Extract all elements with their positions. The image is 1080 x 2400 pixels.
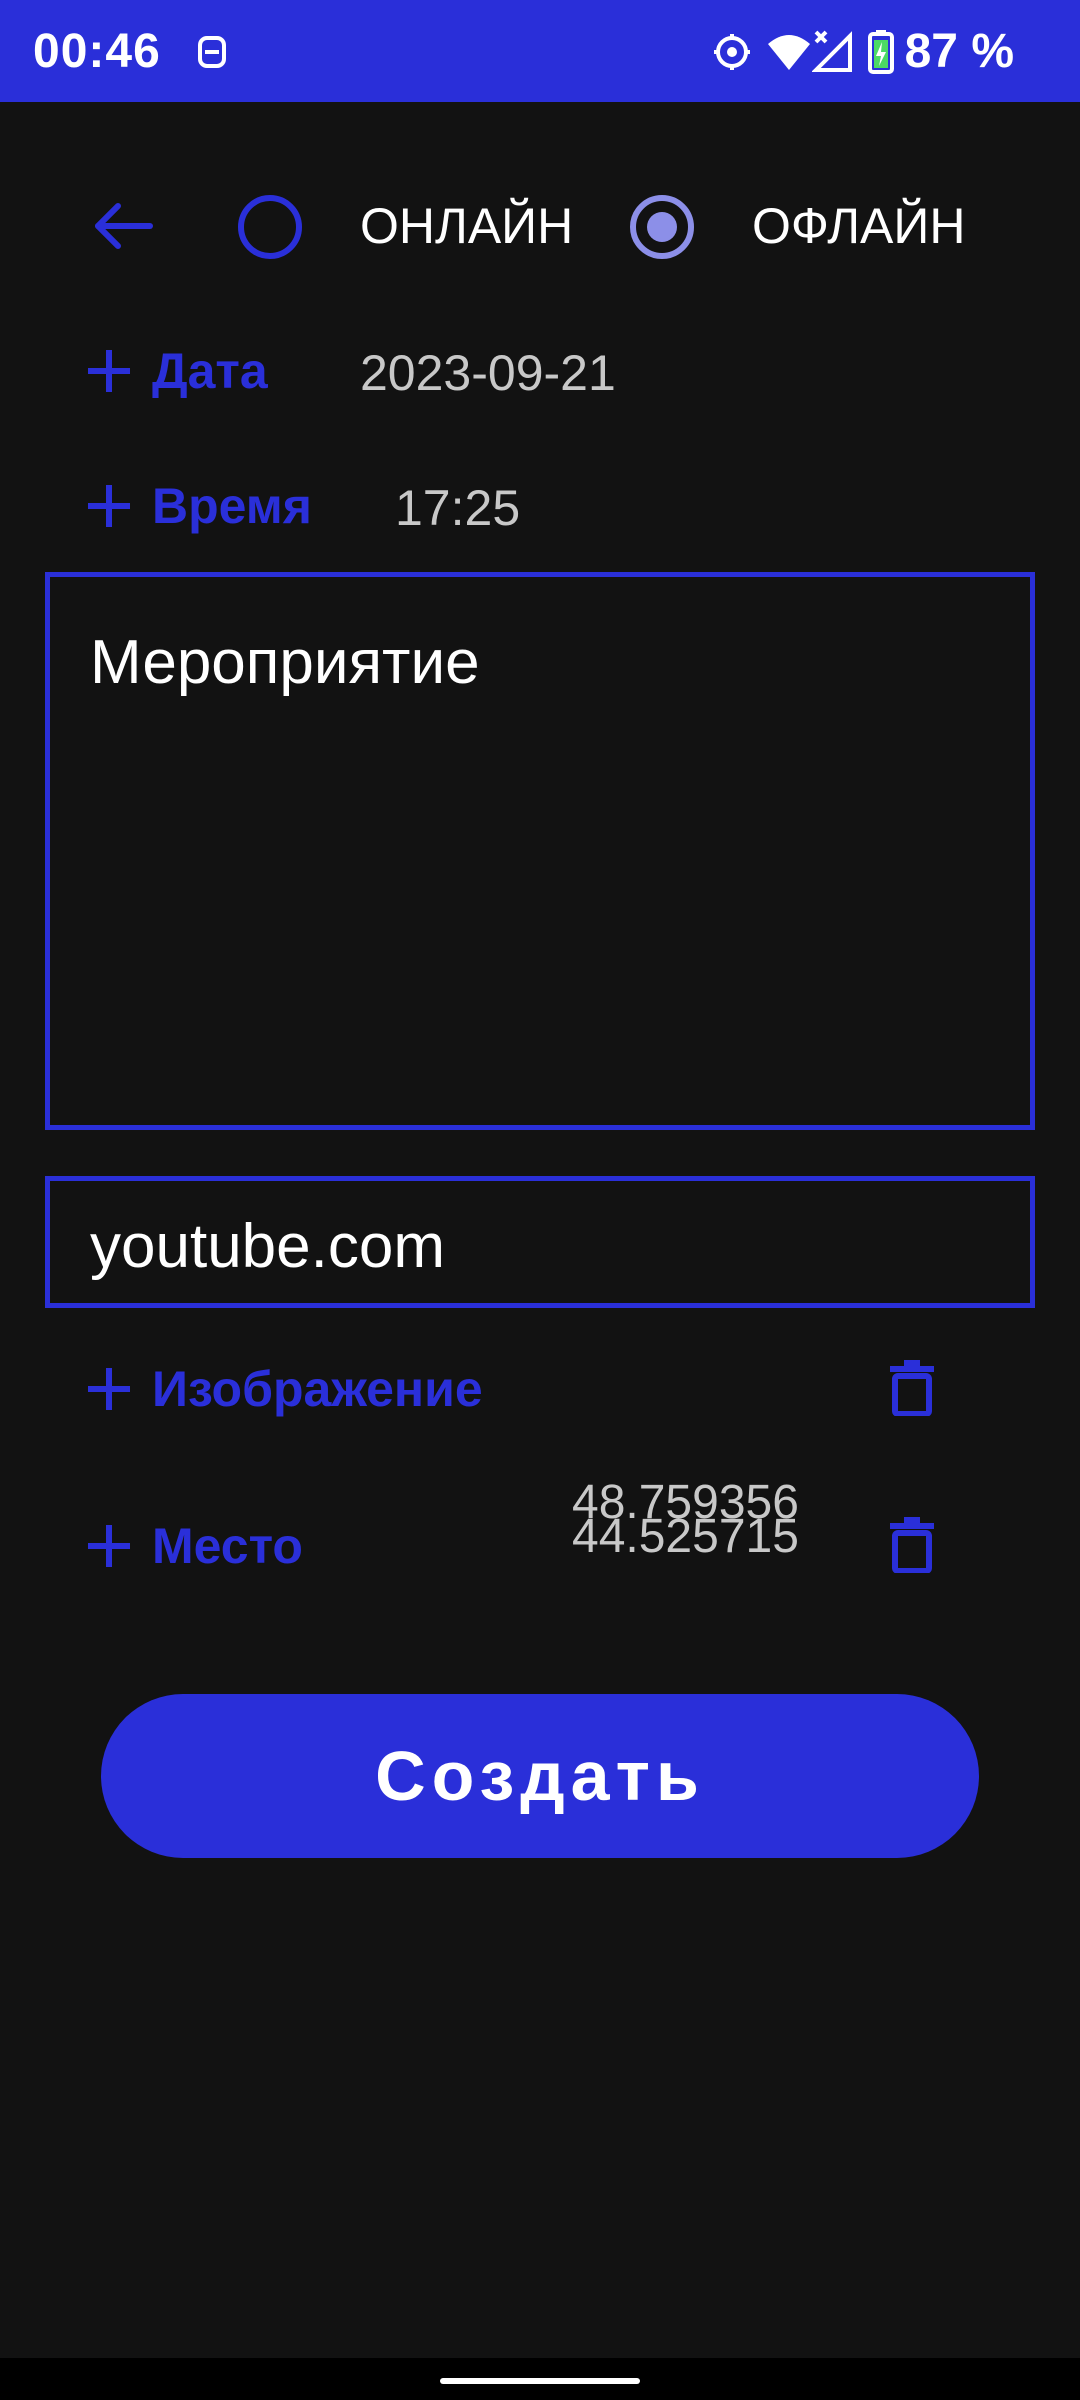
event-title-input[interactable]: Мероприятие bbox=[45, 572, 1035, 1130]
plus-icon bbox=[88, 485, 130, 527]
offline-radio-label[interactable]: ОФЛАЙН bbox=[752, 197, 965, 255]
place-coordinates: 48.759356 44.525715 bbox=[572, 1479, 799, 1563]
event-title-text: Мероприятие bbox=[90, 628, 480, 697]
offline-radio-button[interactable] bbox=[630, 195, 694, 259]
back-arrow-icon[interactable] bbox=[88, 190, 160, 262]
plus-icon bbox=[88, 350, 130, 392]
event-link-input[interactable]: youtube.com bbox=[45, 1176, 1035, 1308]
status-time: 00:46 bbox=[33, 25, 161, 78]
home-gesture-handle[interactable] bbox=[440, 2378, 640, 2384]
place-longitude: 44.525715 bbox=[572, 1510, 799, 1563]
create-button-label: Создать bbox=[375, 1737, 705, 1815]
location-icon bbox=[714, 34, 750, 70]
online-radio-button[interactable] bbox=[238, 195, 302, 259]
add-place-label: Место bbox=[152, 1518, 303, 1574]
online-radio-label[interactable]: ОНЛАЙН bbox=[360, 197, 573, 255]
cellular-no-signal-icon bbox=[812, 30, 852, 72]
date-value: 2023-09-21 bbox=[360, 345, 616, 401]
add-place-button[interactable]: Место bbox=[88, 1511, 303, 1581]
wifi-icon bbox=[768, 35, 810, 70]
add-image-label: Изображение bbox=[152, 1361, 483, 1417]
create-button[interactable]: Создать bbox=[101, 1694, 979, 1858]
status-bar: 00:46 87 % bbox=[0, 0, 1080, 102]
event-link-text: youtube.com bbox=[90, 1212, 445, 1281]
add-date-button[interactable]: Дата bbox=[88, 336, 268, 406]
add-date-label: Дата bbox=[152, 343, 268, 399]
gesture-navigation-bar bbox=[0, 2358, 1080, 2400]
battery-charging-icon bbox=[868, 30, 894, 74]
add-image-button[interactable]: Изображение bbox=[88, 1354, 483, 1424]
plus-icon bbox=[88, 1525, 130, 1567]
add-time-label: Время bbox=[152, 478, 312, 534]
add-time-button[interactable]: Время bbox=[88, 471, 312, 541]
status-battery-percent: 87 % bbox=[904, 25, 1014, 78]
plus-icon bbox=[88, 1368, 130, 1410]
delete-image-trash-icon[interactable] bbox=[890, 1360, 934, 1416]
delete-place-trash-icon[interactable] bbox=[890, 1517, 934, 1573]
notification-app-icon bbox=[198, 36, 226, 68]
time-value: 17:25 bbox=[395, 480, 521, 536]
